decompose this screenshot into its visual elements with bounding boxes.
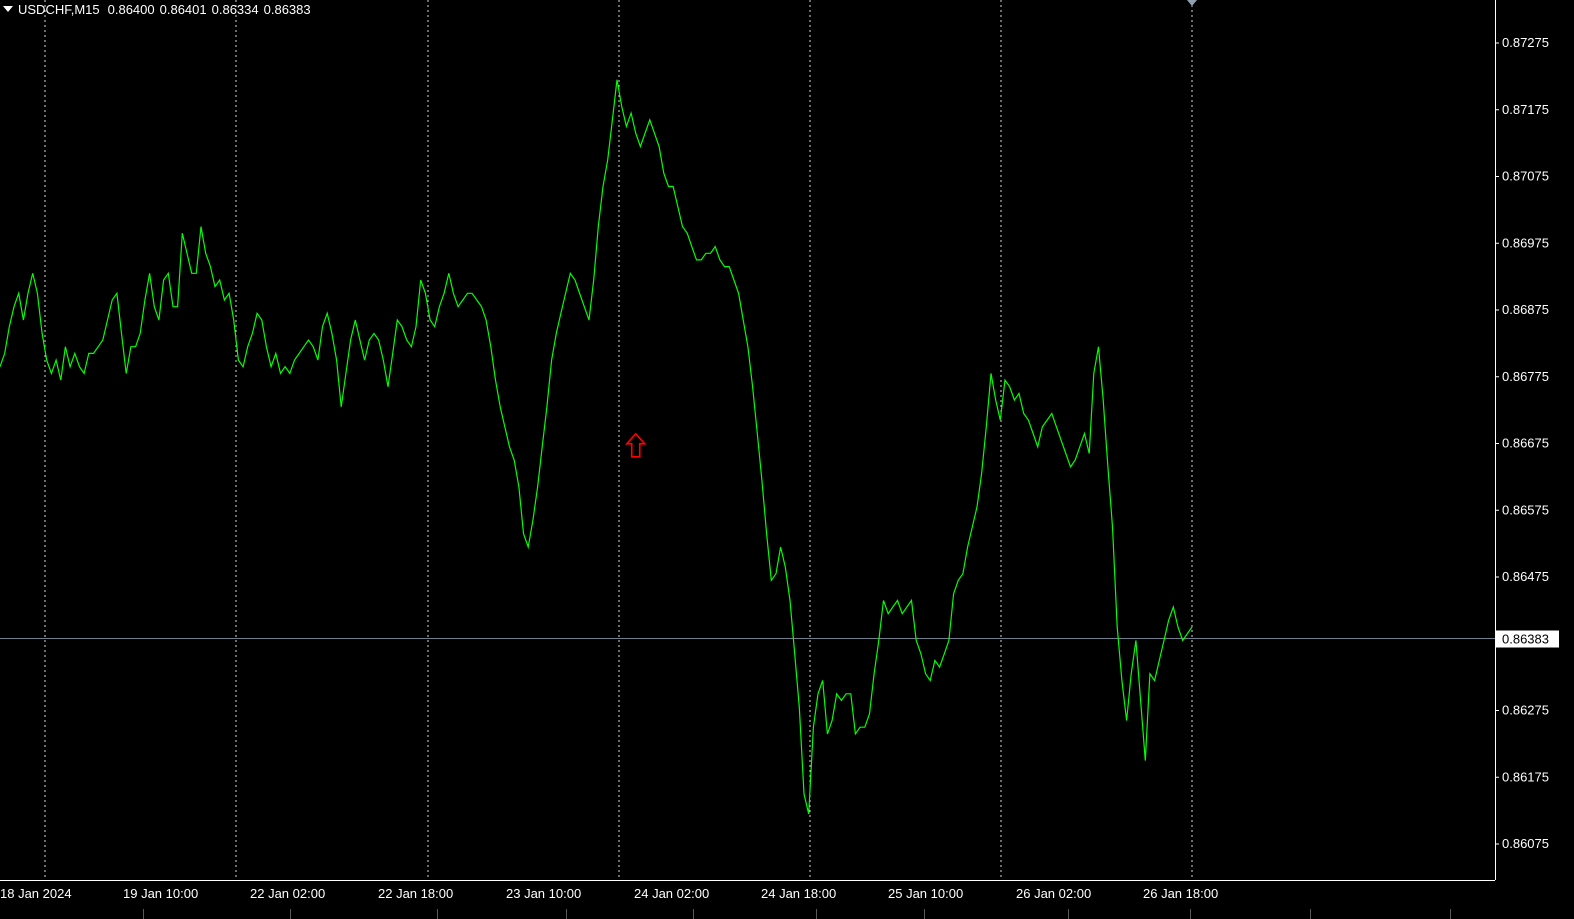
x-tick-label: 26 Jan 18:00 [1143,886,1218,901]
y-tick-label: 0.87275 [1502,35,1549,50]
tab-divider [816,909,817,919]
y-tick-label: 0.86175 [1502,769,1549,784]
y-tick-label: 0.86875 [1502,302,1549,317]
y-tick-label: 0.86075 [1502,836,1549,851]
x-tick-label: 24 Jan 02:00 [634,886,709,901]
x-tick-label: 22 Jan 18:00 [378,886,453,901]
tab-divider [437,909,438,919]
x-tick-label: 23 Jan 10:00 [506,886,581,901]
low-price: 0.86334 [211,1,259,17]
y-tick-label: 0.86775 [1502,369,1549,384]
y-tick-label: 0.87175 [1502,102,1549,117]
tab-divider [566,909,567,919]
x-tick-label: 25 Jan 10:00 [888,886,963,901]
tab-divider [1068,909,1069,919]
high-price: 0.86401 [159,1,207,17]
x-tick-label: 26 Jan 02:00 [1016,886,1091,901]
x-tick-label: 22 Jan 02:00 [250,886,325,901]
tab-divider [1310,909,1311,919]
y-tick-label: 0.86675 [1502,436,1549,451]
y-tick-label: 0.86575 [1502,502,1549,517]
x-tick-label: 18 Jan 2024 [0,886,72,901]
tab-divider [143,909,144,919]
dropdown-triangle-icon[interactable] [3,6,13,12]
x-tick-label: 19 Jan 10:00 [123,886,198,901]
chart-tabs-bar[interactable] [0,909,1574,919]
close-price: 0.86383 [263,1,311,17]
open-price: 0.86400 [107,1,155,17]
tab-divider [693,909,694,919]
tab-divider [1190,909,1191,919]
y-tick-label: 0.86275 [1502,703,1549,718]
symbol-label: USDCHF,M15 [18,1,100,17]
y-tick-label: 0.87075 [1502,169,1549,184]
y-tick-label: 0.86975 [1502,235,1549,250]
x-tick-label: 24 Jan 18:00 [761,886,836,901]
chart-header: USDCHF,M15 0.86400 0.86401 0.86334 0.863… [0,0,316,18]
tab-divider [290,909,291,919]
current-price-label: 0.86383 [1502,632,1549,647]
y-tick-label: 0.86475 [1502,569,1549,584]
tab-divider [924,909,925,919]
tab-divider [1450,909,1451,919]
price-chart[interactable]: 0.87275 0.87175 0.87075 0.86975 0.86875 0.867… [0,0,1574,919]
